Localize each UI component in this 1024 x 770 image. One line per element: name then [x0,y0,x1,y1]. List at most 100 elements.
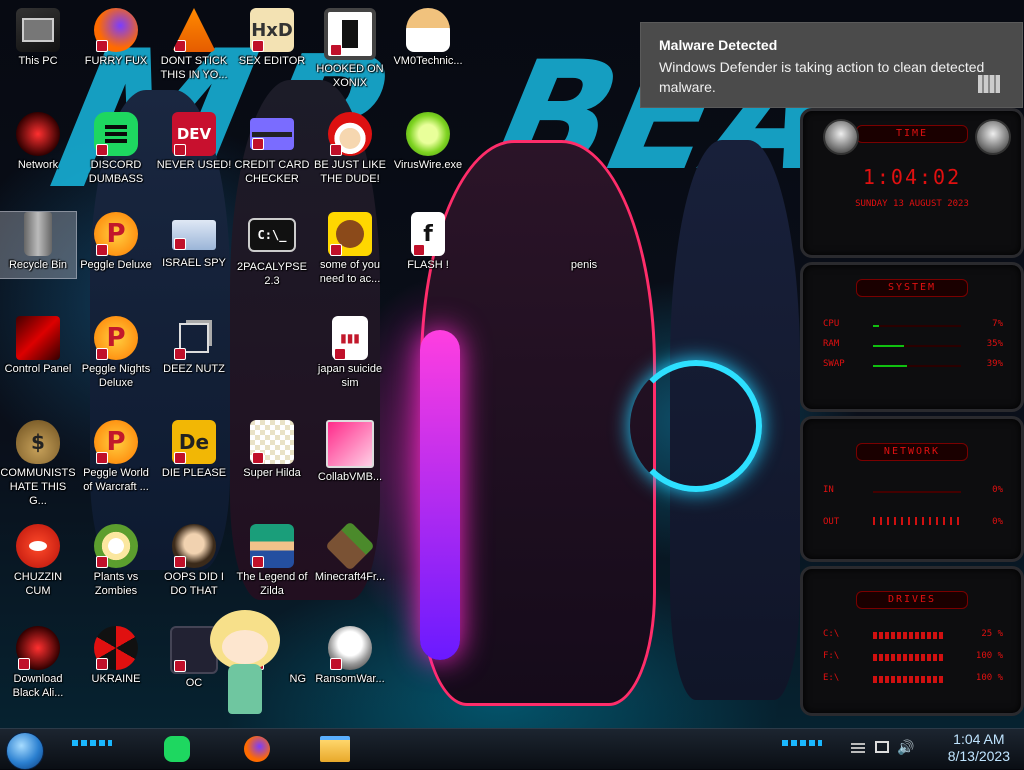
desktop-icon-minecraft[interactable]: Minecraft4Fr... [312,521,388,584]
desktop-icon-label: Peggle Nights Deluxe [81,363,151,389]
desktop-icon-oops-did-i-do-that[interactable]: OOPS DID I DO THAT [156,524,232,598]
desktop-icon-peggle-wow[interactable]: P Peggle World of Warcraft ... [78,420,154,494]
desktop-icon-label: VirusWire.exe [393,159,463,171]
black-alien-icon [16,626,60,670]
desktop-icon-label: VM0Technic... [393,55,463,67]
start-button[interactable] [6,732,44,770]
desktop-icon-control-panel[interactable]: Control Panel [0,316,76,376]
desktop-icon-communists[interactable]: $ COMMUNISTS HATE THIS G... [0,420,76,508]
drive-e-bar [873,676,943,683]
desktop-icon-label: DIE PLEASE [161,467,227,479]
desktop-icon-some-of-you[interactable]: some of you need to ac... [312,212,388,286]
vlc-cone-icon [172,8,216,52]
drive-f-bar [873,654,943,661]
money-bag-icon: $ [16,420,60,464]
system-panel-title: SYSTEM [856,279,968,297]
network-tray-icon[interactable] [875,741,889,753]
xd-editor-icon: HxD [250,8,294,52]
desktop-icon-ukraine[interactable]: UKRAINE [78,626,154,686]
green-chat-taskbar-button[interactable] [160,733,194,765]
desktop-icon-flash[interactable]: f FLASH ! [390,212,466,272]
radiation-icon [94,626,138,670]
network-in-row: IN 0% [823,485,1003,495]
desktop-icon-label: Plants vs Zombies [93,571,139,597]
desktop-icon-hooked-on-xonix[interactable]: HOOKED ON XONIX [312,8,388,90]
desktop-icon-label: CollabVMB... [317,471,383,483]
desktop-icon-dont-stick[interactable]: DONT STICK THIS IN YO... [156,8,232,82]
desktop-icon-japan-suicide-sim[interactable]: ▮▮▮ japan suicide sim [312,316,388,390]
desktop-icon-label: Control Panel [4,363,72,375]
desktop-icon-label: Minecraft4Fr... [314,571,386,583]
desktop-icon-collabvm[interactable]: CollabVMB... [312,420,388,484]
desktop-icon-furry-fux[interactable]: FURRY FUX [78,8,154,68]
desktop-icon-israel-spy[interactable]: ISRAEL SPY [156,212,232,270]
dev-cpp-icon: DEV [172,112,216,156]
action-center-icon[interactable] [851,743,865,753]
gadget-time: 1:04:02 [862,165,962,189]
character-sticker[interactable] [200,600,290,720]
desktop-icon-credit-card-checker[interactable]: CREDIT CARD CHECKER [234,112,310,186]
beaver-icon [328,212,372,256]
notification-body: Windows Defender is taking action to cle… [659,59,985,95]
defender-icon [978,75,1000,93]
desktop-icon-network[interactable]: Network [0,112,76,172]
zelda-sprite-icon [250,524,294,568]
malware-notification[interactable]: Malware Detected Windows Defender is tak… [640,22,1023,108]
desktop-icon-this-pc[interactable]: This PC [0,8,76,68]
desktop-icon-label: CHUZZIN CUM [13,571,63,597]
desktop-icon-deez-nutz[interactable]: DEEZ NUTZ [156,316,232,376]
desktop-icon-label: This PC [18,55,58,67]
desktop-icon-label: COMMUNISTS HATE THIS G... [0,467,76,507]
peggle-icon: P [94,420,138,464]
desktop-icon-peggle-nights[interactable]: P Peggle Nights Deluxe [78,316,154,390]
firefox-icon [94,8,138,52]
desktop-icon-recycle-bin[interactable]: Recycle Bin [0,211,77,279]
spy-window-icon [172,220,216,250]
system-panel: SYSTEM CPU 7% RAM 35% SWAP 39% [800,262,1024,412]
xonix-game-icon [324,8,376,60]
de-icon: De [172,420,216,464]
desktop-icon-super-hilda[interactable]: Super Hilda [234,420,310,480]
desktop-icon-download-black-alien[interactable]: Download Black Ali... [0,626,76,700]
desktop-icon-ransomware[interactable]: RansomWar... [312,626,388,686]
flash-icon: f [411,212,445,256]
network-out-graph [873,517,961,525]
desktop-icon-die-please[interactable]: De DIE PLEASE [156,420,232,480]
desktop-icon-chuzzin-cum[interactable]: CHUZZIN CUM [0,524,76,598]
clock-time: 1:04 AM [953,731,1005,747]
desktop-icon-be-just-like-the-dude[interactable]: BE JUST LIKE THE DUDE! [312,112,388,186]
desktop-icon-penis[interactable]: penis [546,212,622,272]
desktop-icon-plants-vs-zombies[interactable]: Plants vs Zombies [78,524,154,598]
desktop-icon-never-used[interactable]: DEV NEVER USED! [156,112,232,172]
taskbar-clock[interactable]: 1:04 AM 8/13/2023 [948,731,1010,765]
neon-glow [420,330,460,660]
desktop-icon-peggle-deluxe[interactable]: P Peggle Deluxe [78,212,154,272]
firefox-taskbar-button[interactable] [240,733,274,765]
clock-date: 8/13/2023 [947,748,1010,764]
desktop-icon-label: DEEZ NUTZ [163,363,225,375]
file-explorer-taskbar-button[interactable] [318,733,352,765]
desktop-icon-discord-dumbass[interactable]: DISCORD DUMBASS [78,112,154,186]
desktop-icon-viruswire[interactable]: VirusWire.exe [390,112,466,172]
ram-bar [873,345,961,347]
drive-e-row: E:\ 100 % [823,673,1003,683]
time-panel: TIME 1:04:02 SUNDAY 13 AUGUST 2023 [800,108,1024,258]
desktop-icon-label: UKRAINE [91,673,141,685]
swap-row: SWAP 39% [823,359,1003,369]
desktop-icon-2pacalypse[interactable]: C:\_ 2PACALYPSE 2.3 [234,212,310,288]
volume-icon[interactable]: 🔊 [897,739,914,756]
desktop-icon-vm0technic[interactable]: VM0Technic... [390,8,466,68]
lime-icon [406,112,450,156]
doctor-icon [406,8,450,52]
peggle-icon: P [94,212,138,256]
time-panel-title: TIME [856,125,968,143]
desktop-icon-label: Download Black Ali... [12,673,64,699]
desktop-icon-sex-editor[interactable]: HxD SEX EDITOR [234,8,310,68]
collab-vm-icon [326,420,374,468]
desktop-icon-legend-of-zilda[interactable]: The Legend of Zilda [234,524,310,598]
desktop-icon-label: Recycle Bin [8,259,68,271]
peggle-icon: P [94,316,138,360]
green-chat-icon [164,736,190,762]
network-alien-icon [16,112,60,156]
desktop-icon-label: some of you need to ac... [319,259,381,285]
